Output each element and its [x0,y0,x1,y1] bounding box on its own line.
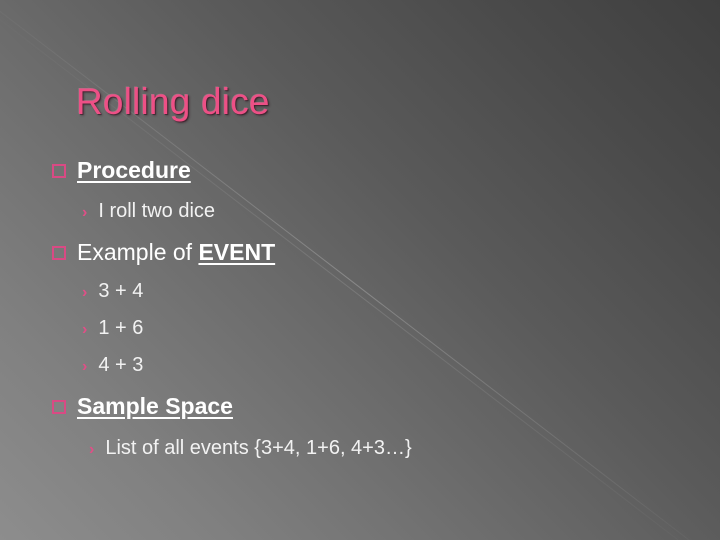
bullet-level1-example-of-event: Example of EVENT [52,239,276,265]
bullet-level2-label: I roll two dice [98,200,216,222]
bullet-level2-i-roll-two-dice: › I roll two dice [82,200,215,222]
square-bullet-icon [52,163,66,178]
bullet-level2-list-of-all-events: › List of all events {3+4, 1+6, 4+3…} [89,437,412,459]
bullet-level2-four-plus-three: › 4 + 3 [82,354,143,376]
slide-canvas: Rolling dice Procedure › I roll two dice… [0,0,720,540]
bullet-level2-label: 1 + 6 [98,317,144,339]
bullet-level2-one-plus-six: › 1 + 6 [82,317,143,339]
chevron-right-icon: › [82,284,88,301]
bullet-level2-label: List of all events {3+4, 1+6, 4+3…} [105,437,412,459]
bullet-level1-label-emphasis: EVENT [198,239,276,265]
bullet-level1-sample-space: Sample Space [52,393,233,419]
bullet-level1-label: Sample Space [77,393,233,419]
chevron-right-icon: › [82,358,88,375]
chevron-right-icon: › [82,204,88,221]
bullet-level2-three-plus-four: › 3 + 4 [82,280,143,302]
square-bullet-icon [52,399,66,414]
bullet-level1-procedure: Procedure [52,157,191,183]
bullet-level1-label: Example of EVENT [77,239,276,265]
bullet-level2-label: 3 + 4 [98,280,144,302]
bullet-level1-label: Procedure [77,157,191,183]
slide-body: Procedure › I roll two dice Example of E… [0,0,720,540]
chevron-right-icon: › [89,441,95,458]
bullet-level2-label: 4 + 3 [98,354,144,376]
square-bullet-icon [52,245,66,260]
chevron-right-icon: › [82,321,88,338]
bullet-level1-label-plain: Example of [77,239,199,265]
